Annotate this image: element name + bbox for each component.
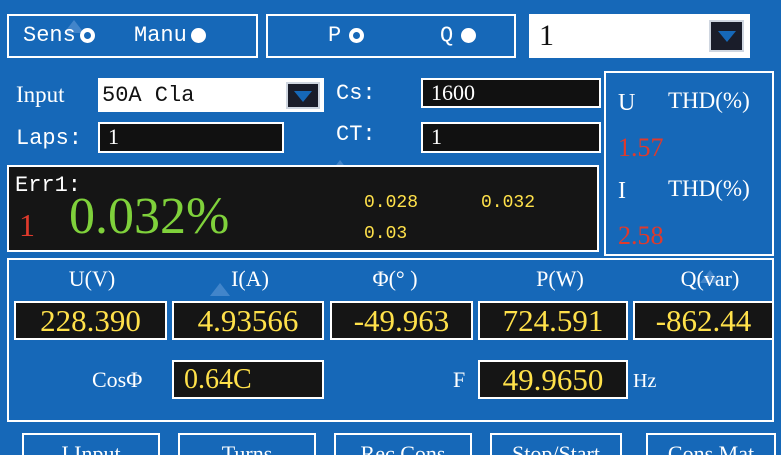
cos-phi-value: 0.64C [172,360,324,399]
thd-u-unit: THD(%) [668,88,750,113]
header-voltage: U(V) [68,266,116,291]
cons-mat-button[interactable]: Cons Mat [646,433,776,455]
ct-label: CT: [336,122,376,147]
cs-field[interactable]: 1600 [421,78,601,108]
channel-select-value: 1 [539,19,554,52]
frequency-value: 49.9650 [478,360,628,399]
header-phase: Φ(° ) [372,266,418,291]
error-value-1: 0.028 [364,193,419,213]
manu-label: Manu [134,23,187,48]
meter-screen: Sens Manu P Q 1 Input 50A Cla Cs: 1600 L… [0,0,781,455]
phase-value: -49.963 [330,301,473,340]
current-value: 4.93566 [172,301,324,340]
error-value-3: 0.03 [364,224,408,244]
thd-u-value: 1.57 [618,133,664,162]
cos-phi-label: CosΦ [92,367,143,392]
q-label: Q [440,23,454,48]
manu-option[interactable]: Manu [134,25,206,47]
sens-manu-group: Sens Manu [7,14,258,58]
thd-i-label: I [618,178,626,204]
pq-group: P Q [266,14,516,58]
error-panel: Err1: 1 0.032% 0.028 0.032 0.03 [7,165,599,252]
error-index: 1 [19,207,35,243]
sens-option[interactable]: Sens [23,25,95,47]
thd-u-label: U [618,90,636,116]
header-reactive-power: Q(var) [680,266,740,291]
p-radio[interactable] [349,27,365,43]
header-active-power: P(W) [536,266,584,291]
rec-cons-button[interactable]: Rec Cons [334,433,472,455]
error-value-2: 0.032 [481,193,536,213]
turns-button[interactable]: Turns [178,433,316,455]
p-label: P [328,23,342,48]
frequency-label: F [453,367,466,392]
sens-radio[interactable] [79,27,95,43]
input-select[interactable]: 50A Cla [98,78,324,112]
active-power-value: 724.591 [478,301,628,340]
chevron-down-icon[interactable] [709,20,744,52]
thd-panel: U THD(%) 1.57 I THD(%) 2.58 [604,71,774,256]
sens-label: Sens [23,23,76,48]
channel-select[interactable]: 1 [529,14,750,58]
voltage-value: 228.390 [14,301,167,340]
q-radio[interactable] [461,27,477,43]
laps-label: Laps: [16,126,83,151]
i-input-button[interactable]: I Input [22,433,160,455]
q-option[interactable]: Q [440,23,477,48]
frequency-unit: Hz [633,370,657,392]
header-current: I(A) [231,266,269,291]
chevron-down-icon[interactable] [286,82,320,109]
ct-field[interactable]: 1 [421,122,601,153]
p-option[interactable]: P [328,23,365,48]
error-main-value: 0.032% [69,188,230,245]
stop-start-button[interactable]: Stop/Start [490,433,622,455]
laps-field[interactable]: 1 [98,122,284,153]
reactive-power-value: -862.44 [633,301,774,340]
cs-label: Cs: [336,81,376,106]
manu-radio[interactable] [190,27,206,43]
input-label: Input [16,82,65,107]
thd-i-value: 2.58 [618,221,664,250]
input-select-value: 50A Cla [102,83,195,108]
thd-i-unit: THD(%) [668,176,750,201]
